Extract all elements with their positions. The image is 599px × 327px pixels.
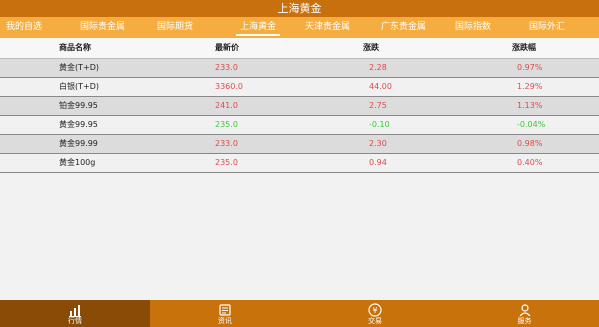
nav-market[interactable]: 行情 <box>0 300 150 327</box>
tab-intl-index[interactable]: 国际指数 <box>455 17 491 38</box>
cell-latest-price: 241.0 <box>215 101 238 110</box>
cell-name: 黄金99.99 <box>59 139 98 148</box>
cell-change: 2.75 <box>369 101 387 110</box>
cell-latest-price: 233.0 <box>215 63 238 72</box>
cell-name: 黄金100g <box>59 158 96 167</box>
cell-change: 2.30 <box>369 139 387 148</box>
bottom-nav: 行情 资讯 ¥ 交易 服务 <box>0 300 599 327</box>
cell-latest-price: 3360.0 <box>215 82 243 91</box>
nav-service-label: 服务 <box>517 317 532 325</box>
cell-change: -0.10 <box>369 120 390 129</box>
cell-name: 黄金(T+D) <box>59 63 99 72</box>
cell-change-percent: 1.29% <box>517 82 543 91</box>
cell-change-percent: -0.04% <box>517 120 546 129</box>
chart-icon <box>69 305 81 317</box>
nav-news-label: 资讯 <box>218 317 232 325</box>
tab-tianjin-precious-metals[interactable]: 天津贵金属 <box>305 17 350 38</box>
cell-change: 0.94 <box>369 158 387 167</box>
cell-change-percent: 0.40% <box>517 158 543 167</box>
cell-change-percent: 0.98% <box>517 139 543 148</box>
tab-guangdong-precious-metals[interactable]: 广东贵金属 <box>381 17 426 38</box>
quote-table-header: 商品名称 最新价 涨跌 涨跌幅 <box>0 38 599 59</box>
tab-shanghai-gold[interactable]: 上海黄金 <box>235 17 281 38</box>
tab-intl-futures[interactable]: 国际期货 <box>157 17 193 38</box>
nav-trade[interactable]: ¥ 交易 <box>300 300 450 327</box>
category-tab-bar: 我的自选 国际贵金属 国际期货 上海黄金 天津贵金属 广东贵金属 国际指数 国际… <box>0 17 599 38</box>
cell-change: 2.28 <box>369 63 387 72</box>
tab-intl-forex[interactable]: 国际外汇 <box>529 17 565 38</box>
cell-latest-price: 235.0 <box>215 158 238 167</box>
header-name: 商品名称 <box>59 43 91 52</box>
header-change: 涨跌 <box>363 43 379 52</box>
table-row[interactable]: 白银(T+D) 3360.0 44.00 1.29% <box>0 78 599 97</box>
nav-trade-label: 交易 <box>368 317 382 325</box>
nav-service[interactable]: 服务 <box>450 300 599 327</box>
header-change-percent: 涨跌幅 <box>512 43 536 52</box>
nav-news[interactable]: 资讯 <box>150 300 300 327</box>
cell-latest-price: 233.0 <box>215 139 238 148</box>
header-latest-price: 最新价 <box>215 43 239 52</box>
cell-change-percent: 1.13% <box>517 101 543 110</box>
cell-name: 黄金99.95 <box>59 120 98 129</box>
tab-intl-precious-metals[interactable]: 国际贵金属 <box>80 17 125 38</box>
table-row[interactable]: 黄金99.99 233.0 2.30 0.98% <box>0 135 599 154</box>
table-row[interactable]: 黄金100g 235.0 0.94 0.40% <box>0 154 599 173</box>
yen-icon: ¥ <box>368 303 382 317</box>
cell-change: 44.00 <box>369 82 392 91</box>
cell-latest-price: 235.0 <box>215 120 238 129</box>
service-icon <box>519 304 530 317</box>
page-title: 上海黄金 <box>0 0 599 17</box>
cell-name: 铂金99.95 <box>59 101 98 110</box>
tab-my-watchlist[interactable]: 我的自选 <box>6 17 42 38</box>
table-row[interactable]: 铂金99.95 241.0 2.75 1.13% <box>0 97 599 116</box>
cell-name: 白银(T+D) <box>59 82 99 91</box>
cell-change-percent: 0.97% <box>517 63 543 72</box>
news-icon <box>219 304 231 316</box>
table-row[interactable]: 黄金(T+D) 233.0 2.28 0.97% <box>0 59 599 78</box>
table-row[interactable]: 黄金99.95 235.0 -0.10 -0.04% <box>0 116 599 135</box>
nav-market-label: 行情 <box>68 317 82 325</box>
svg-text:¥: ¥ <box>372 306 377 315</box>
